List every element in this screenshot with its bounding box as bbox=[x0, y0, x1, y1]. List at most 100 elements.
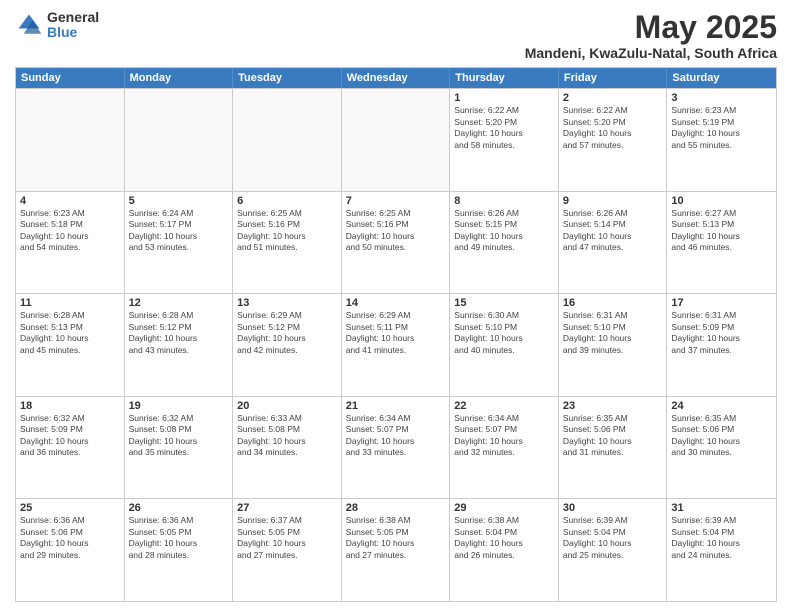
day-detail: Sunrise: 6:25 AMSunset: 5:16 PMDaylight:… bbox=[346, 208, 446, 254]
day-number: 15 bbox=[454, 297, 554, 309]
day-detail: Sunrise: 6:28 AMSunset: 5:12 PMDaylight:… bbox=[129, 310, 229, 356]
cal-cell-empty bbox=[125, 89, 234, 191]
cal-cell-day-5: 5Sunrise: 6:24 AMSunset: 5:17 PMDaylight… bbox=[125, 192, 234, 294]
cal-cell-day-1: 1Sunrise: 6:22 AMSunset: 5:20 PMDaylight… bbox=[450, 89, 559, 191]
day-number: 3 bbox=[671, 92, 772, 104]
day-number: 30 bbox=[563, 502, 663, 514]
title-block: May 2025 Mandeni, KwaZulu-Natal, South A… bbox=[525, 10, 777, 61]
day-number: 29 bbox=[454, 502, 554, 514]
logo: General Blue bbox=[15, 10, 99, 41]
cal-header-thursday: Thursday bbox=[450, 68, 559, 88]
cal-cell-day-23: 23Sunrise: 6:35 AMSunset: 5:06 PMDayligh… bbox=[559, 397, 668, 499]
cal-cell-day-26: 26Sunrise: 6:36 AMSunset: 5:05 PMDayligh… bbox=[125, 499, 234, 601]
day-number: 31 bbox=[671, 502, 772, 514]
day-number: 8 bbox=[454, 195, 554, 207]
cal-cell-day-3: 3Sunrise: 6:23 AMSunset: 5:19 PMDaylight… bbox=[667, 89, 776, 191]
day-detail: Sunrise: 6:29 AMSunset: 5:11 PMDaylight:… bbox=[346, 310, 446, 356]
cal-week-3: 11Sunrise: 6:28 AMSunset: 5:13 PMDayligh… bbox=[16, 293, 776, 396]
day-detail: Sunrise: 6:32 AMSunset: 5:08 PMDaylight:… bbox=[129, 413, 229, 459]
day-detail: Sunrise: 6:39 AMSunset: 5:04 PMDaylight:… bbox=[563, 515, 663, 561]
cal-header-monday: Monday bbox=[125, 68, 234, 88]
day-detail: Sunrise: 6:35 AMSunset: 5:06 PMDaylight:… bbox=[671, 413, 772, 459]
day-detail: Sunrise: 6:30 AMSunset: 5:10 PMDaylight:… bbox=[454, 310, 554, 356]
day-number: 28 bbox=[346, 502, 446, 514]
cal-cell-day-18: 18Sunrise: 6:32 AMSunset: 5:09 PMDayligh… bbox=[16, 397, 125, 499]
day-number: 2 bbox=[563, 92, 663, 104]
cal-header-tuesday: Tuesday bbox=[233, 68, 342, 88]
cal-cell-day-25: 25Sunrise: 6:36 AMSunset: 5:06 PMDayligh… bbox=[16, 499, 125, 601]
cal-cell-day-17: 17Sunrise: 6:31 AMSunset: 5:09 PMDayligh… bbox=[667, 294, 776, 396]
cal-cell-day-10: 10Sunrise: 6:27 AMSunset: 5:13 PMDayligh… bbox=[667, 192, 776, 294]
day-detail: Sunrise: 6:25 AMSunset: 5:16 PMDaylight:… bbox=[237, 208, 337, 254]
logo-icon bbox=[15, 11, 43, 39]
calendar-location: Mandeni, KwaZulu-Natal, South Africa bbox=[525, 45, 777, 61]
day-number: 10 bbox=[671, 195, 772, 207]
day-detail: Sunrise: 6:34 AMSunset: 5:07 PMDaylight:… bbox=[454, 413, 554, 459]
cal-cell-day-7: 7Sunrise: 6:25 AMSunset: 5:16 PMDaylight… bbox=[342, 192, 451, 294]
page: General Blue May 2025 Mandeni, KwaZulu-N… bbox=[0, 0, 792, 612]
day-detail: Sunrise: 6:35 AMSunset: 5:06 PMDaylight:… bbox=[563, 413, 663, 459]
day-number: 22 bbox=[454, 400, 554, 412]
day-detail: Sunrise: 6:31 AMSunset: 5:10 PMDaylight:… bbox=[563, 310, 663, 356]
day-number: 14 bbox=[346, 297, 446, 309]
cal-cell-day-6: 6Sunrise: 6:25 AMSunset: 5:16 PMDaylight… bbox=[233, 192, 342, 294]
day-number: 20 bbox=[237, 400, 337, 412]
day-detail: Sunrise: 6:38 AMSunset: 5:05 PMDaylight:… bbox=[346, 515, 446, 561]
calendar-body: 1Sunrise: 6:22 AMSunset: 5:20 PMDaylight… bbox=[16, 88, 776, 601]
day-number: 16 bbox=[563, 297, 663, 309]
cal-cell-empty bbox=[342, 89, 451, 191]
logo-blue-label: Blue bbox=[47, 25, 99, 40]
cal-cell-day-15: 15Sunrise: 6:30 AMSunset: 5:10 PMDayligh… bbox=[450, 294, 559, 396]
day-detail: Sunrise: 6:23 AMSunset: 5:19 PMDaylight:… bbox=[671, 105, 772, 151]
day-number: 26 bbox=[129, 502, 229, 514]
cal-cell-day-20: 20Sunrise: 6:33 AMSunset: 5:08 PMDayligh… bbox=[233, 397, 342, 499]
day-number: 25 bbox=[20, 502, 120, 514]
day-number: 27 bbox=[237, 502, 337, 514]
day-number: 18 bbox=[20, 400, 120, 412]
day-number: 7 bbox=[346, 195, 446, 207]
cal-cell-day-13: 13Sunrise: 6:29 AMSunset: 5:12 PMDayligh… bbox=[233, 294, 342, 396]
cal-cell-day-2: 2Sunrise: 6:22 AMSunset: 5:20 PMDaylight… bbox=[559, 89, 668, 191]
calendar-title: May 2025 bbox=[525, 10, 777, 45]
day-number: 9 bbox=[563, 195, 663, 207]
cal-cell-day-19: 19Sunrise: 6:32 AMSunset: 5:08 PMDayligh… bbox=[125, 397, 234, 499]
day-detail: Sunrise: 6:28 AMSunset: 5:13 PMDaylight:… bbox=[20, 310, 120, 356]
cal-cell-day-16: 16Sunrise: 6:31 AMSunset: 5:10 PMDayligh… bbox=[559, 294, 668, 396]
day-detail: Sunrise: 6:36 AMSunset: 5:05 PMDaylight:… bbox=[129, 515, 229, 561]
day-number: 6 bbox=[237, 195, 337, 207]
cal-cell-day-27: 27Sunrise: 6:37 AMSunset: 5:05 PMDayligh… bbox=[233, 499, 342, 601]
day-detail: Sunrise: 6:39 AMSunset: 5:04 PMDaylight:… bbox=[671, 515, 772, 561]
day-detail: Sunrise: 6:32 AMSunset: 5:09 PMDaylight:… bbox=[20, 413, 120, 459]
cal-cell-day-28: 28Sunrise: 6:38 AMSunset: 5:05 PMDayligh… bbox=[342, 499, 451, 601]
cal-week-1: 1Sunrise: 6:22 AMSunset: 5:20 PMDaylight… bbox=[16, 88, 776, 191]
day-number: 5 bbox=[129, 195, 229, 207]
cal-header-friday: Friday bbox=[559, 68, 668, 88]
cal-cell-day-14: 14Sunrise: 6:29 AMSunset: 5:11 PMDayligh… bbox=[342, 294, 451, 396]
day-number: 1 bbox=[454, 92, 554, 104]
day-detail: Sunrise: 6:24 AMSunset: 5:17 PMDaylight:… bbox=[129, 208, 229, 254]
cal-cell-day-30: 30Sunrise: 6:39 AMSunset: 5:04 PMDayligh… bbox=[559, 499, 668, 601]
day-number: 11 bbox=[20, 297, 120, 309]
day-number: 24 bbox=[671, 400, 772, 412]
cal-cell-day-8: 8Sunrise: 6:26 AMSunset: 5:15 PMDaylight… bbox=[450, 192, 559, 294]
cal-cell-day-9: 9Sunrise: 6:26 AMSunset: 5:14 PMDaylight… bbox=[559, 192, 668, 294]
cal-cell-day-21: 21Sunrise: 6:34 AMSunset: 5:07 PMDayligh… bbox=[342, 397, 451, 499]
day-number: 13 bbox=[237, 297, 337, 309]
day-detail: Sunrise: 6:31 AMSunset: 5:09 PMDaylight:… bbox=[671, 310, 772, 356]
day-number: 17 bbox=[671, 297, 772, 309]
day-number: 23 bbox=[563, 400, 663, 412]
logo-text: General Blue bbox=[47, 10, 99, 41]
cal-cell-day-4: 4Sunrise: 6:23 AMSunset: 5:18 PMDaylight… bbox=[16, 192, 125, 294]
day-number: 12 bbox=[129, 297, 229, 309]
day-detail: Sunrise: 6:34 AMSunset: 5:07 PMDaylight:… bbox=[346, 413, 446, 459]
day-detail: Sunrise: 6:33 AMSunset: 5:08 PMDaylight:… bbox=[237, 413, 337, 459]
day-number: 19 bbox=[129, 400, 229, 412]
cal-cell-empty bbox=[16, 89, 125, 191]
cal-cell-day-12: 12Sunrise: 6:28 AMSunset: 5:12 PMDayligh… bbox=[125, 294, 234, 396]
day-detail: Sunrise: 6:26 AMSunset: 5:14 PMDaylight:… bbox=[563, 208, 663, 254]
cal-week-2: 4Sunrise: 6:23 AMSunset: 5:18 PMDaylight… bbox=[16, 191, 776, 294]
cal-header-wednesday: Wednesday bbox=[342, 68, 451, 88]
day-detail: Sunrise: 6:26 AMSunset: 5:15 PMDaylight:… bbox=[454, 208, 554, 254]
header: General Blue May 2025 Mandeni, KwaZulu-N… bbox=[15, 10, 777, 61]
day-detail: Sunrise: 6:37 AMSunset: 5:05 PMDaylight:… bbox=[237, 515, 337, 561]
